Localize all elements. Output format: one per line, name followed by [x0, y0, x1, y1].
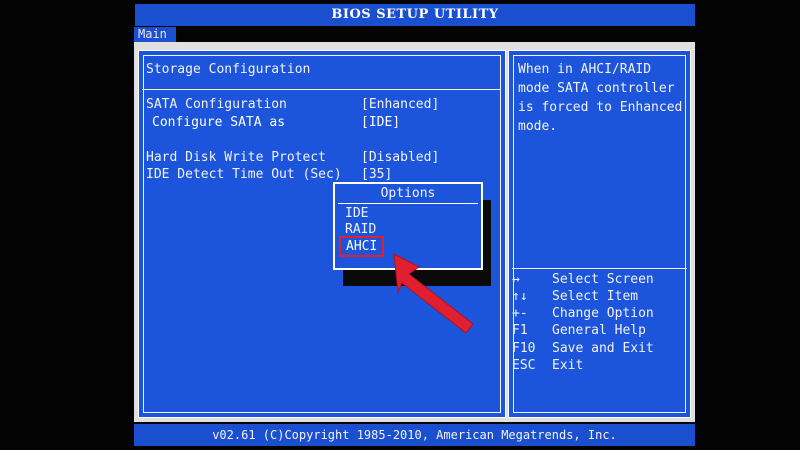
red-arrow-icon: [393, 253, 474, 334]
bios-screen: BIOS SETUP UTILITY Main Storage Configur…: [0, 0, 800, 450]
